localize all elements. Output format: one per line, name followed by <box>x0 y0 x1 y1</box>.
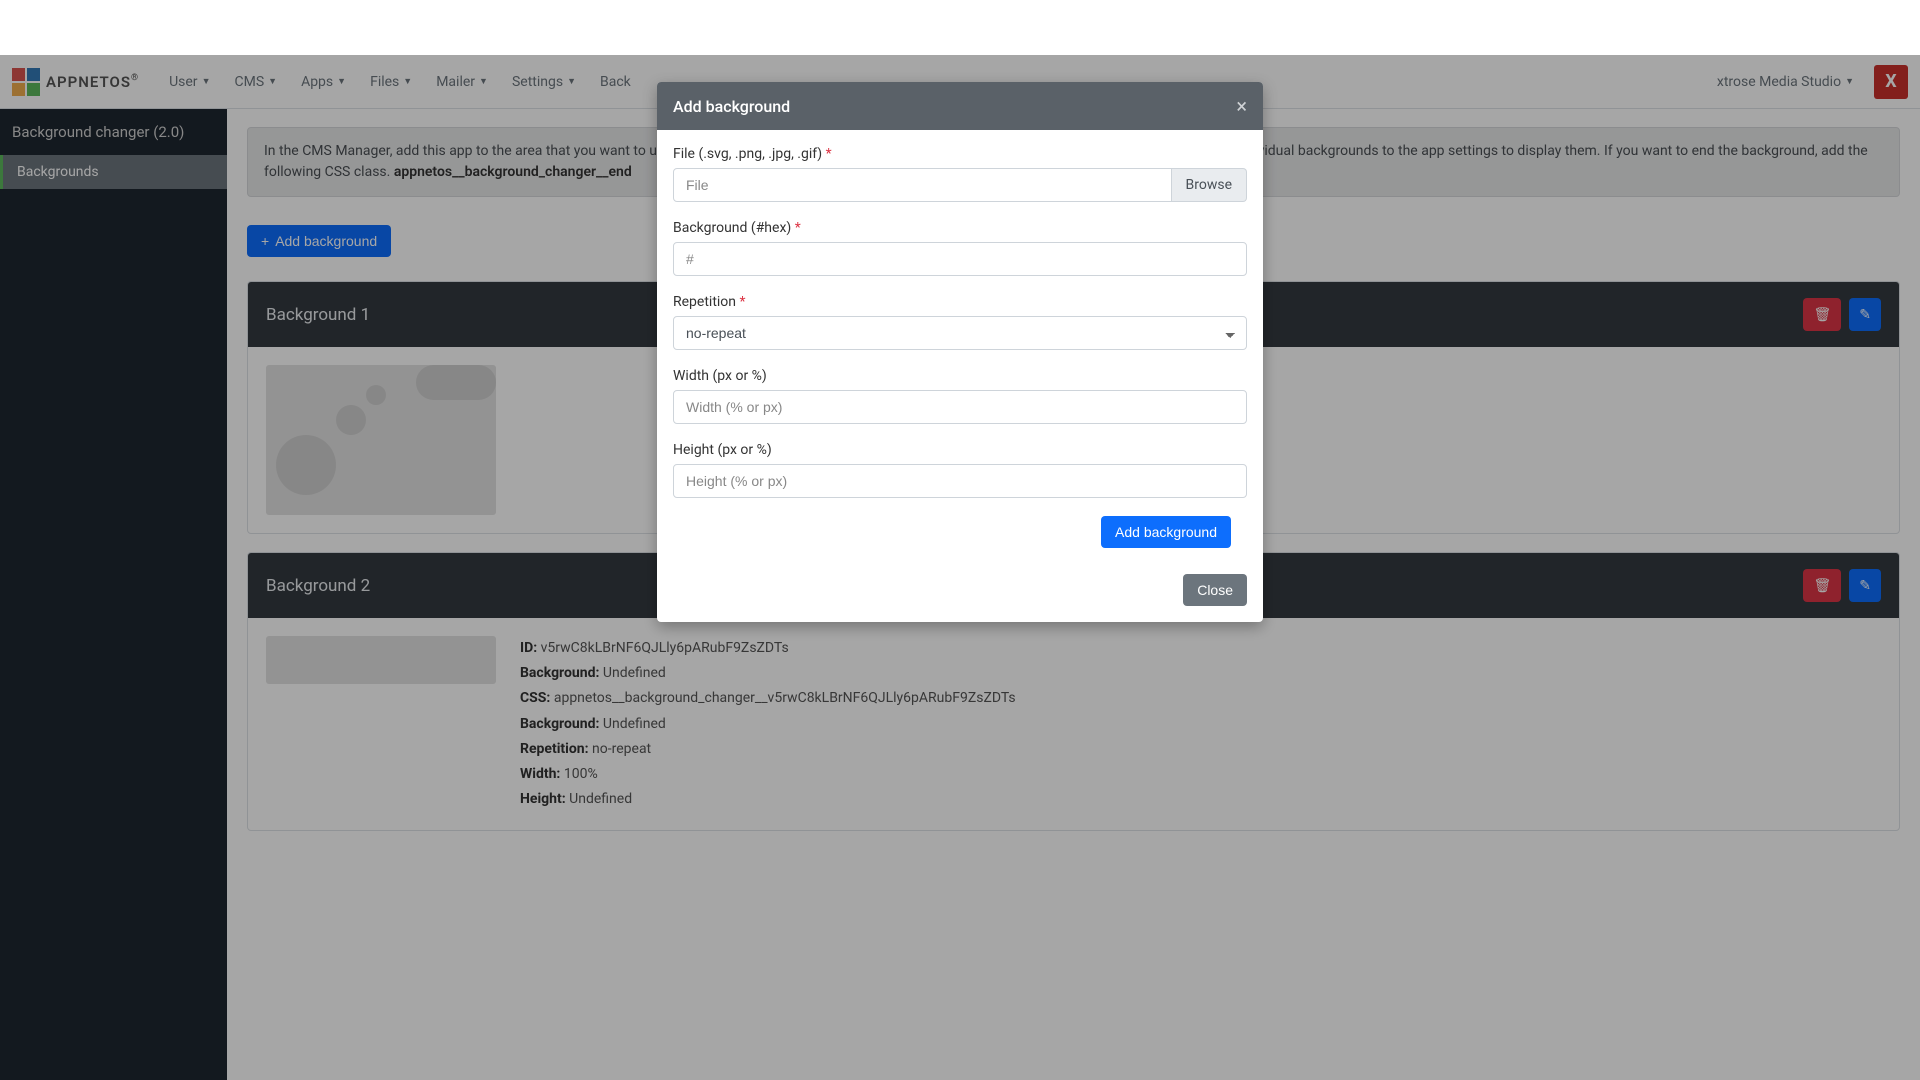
hex-label: Background (#hex) * <box>673 220 1247 236</box>
modal-body: File (.svg, .png, .jpg, .gif) * Browse B… <box>657 130 1263 564</box>
close-modal-button[interactable]: Close <box>1183 574 1247 606</box>
modal-header: Add background × <box>657 82 1263 130</box>
modal-close-button[interactable]: × <box>1236 96 1247 116</box>
close-icon: × <box>1236 94 1247 118</box>
file-label: File (.svg, .png, .jpg, .gif) * <box>673 146 1247 162</box>
repetition-label: Repetition * <box>673 294 1247 310</box>
submit-add-background-button[interactable]: Add background <box>1101 516 1231 548</box>
repetition-select[interactable]: no-repeat <box>673 316 1247 350</box>
browse-button[interactable]: Browse <box>1172 168 1247 202</box>
add-background-modal: Add background × File (.svg, .png, .jpg,… <box>657 82 1263 622</box>
width-input[interactable] <box>673 390 1247 424</box>
width-label: Width (px or %) <box>673 368 1247 384</box>
modal-title: Add background <box>673 97 790 116</box>
height-input[interactable] <box>673 464 1247 498</box>
file-input[interactable] <box>673 168 1172 202</box>
height-label: Height (px or %) <box>673 442 1247 458</box>
hex-input[interactable] <box>673 242 1247 276</box>
